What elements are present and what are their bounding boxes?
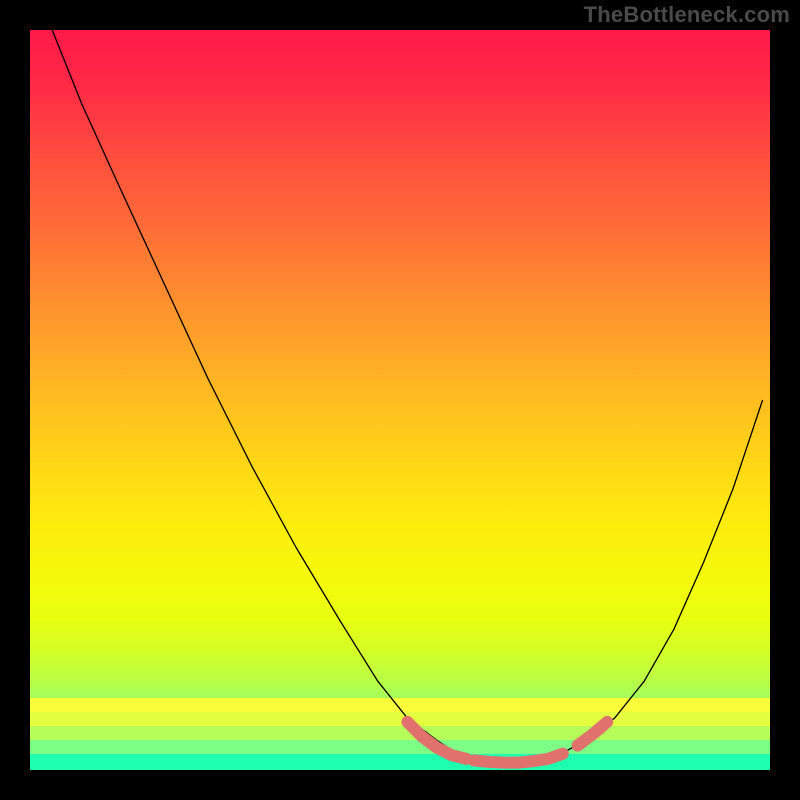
- watermark-text: TheBottleneck.com: [584, 2, 790, 28]
- bottleneck-curve: [52, 30, 762, 763]
- plot-area: [30, 30, 770, 770]
- highlight-segment: [407, 722, 466, 759]
- highlight-segments: [407, 722, 607, 763]
- curve-layer: [30, 30, 770, 770]
- highlight-segment: [578, 722, 608, 746]
- highlight-segment: [474, 754, 563, 763]
- chart-container: TheBottleneck.com: [0, 0, 800, 800]
